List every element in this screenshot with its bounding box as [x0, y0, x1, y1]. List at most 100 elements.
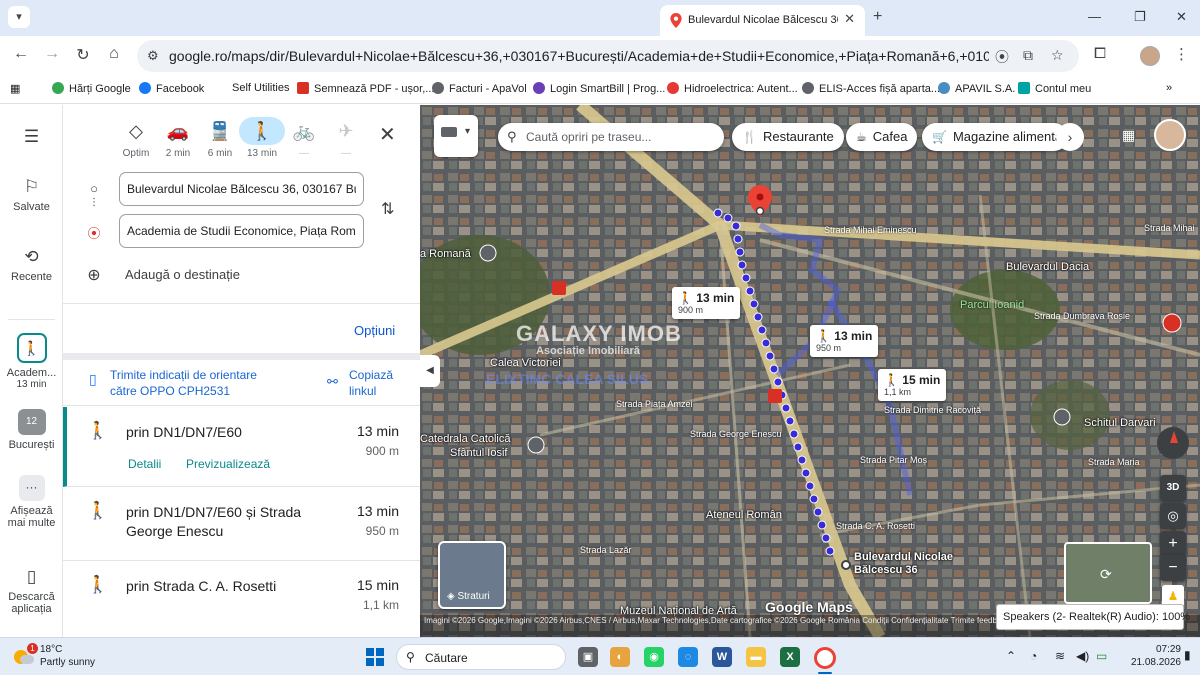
- place-label-schitul-darvari[interactable]: Schitul Darvari: [1084, 417, 1156, 429]
- map-canvas[interactable]: a Romană Catedrala Catolică Sfântul Iosi…: [420, 105, 1200, 637]
- file-explorer-icon[interactable]: ▬: [746, 647, 766, 667]
- swap-icon[interactable]: ⇅: [381, 199, 394, 219]
- bookmark-star-icon[interactable]: ☆: [1051, 47, 1064, 64]
- clock-date[interactable]: 21.08.2026: [1113, 657, 1181, 668]
- close-window-icon[interactable]: ✕: [1176, 9, 1187, 25]
- mode-walk[interactable]: 🚶 13 min: [239, 117, 285, 159]
- minimize-icon[interactable]: —: [1088, 9, 1101, 24]
- copy-link-button[interactable]: Copiază linkul: [349, 367, 409, 399]
- address-bar[interactable]: ⚙ google.ro/maps/dir/Bulevardul+Nicolae+…: [137, 40, 1079, 72]
- bookmark-hidroelectrica[interactable]: Hidroelectrica: Autent...: [667, 82, 798, 95]
- destination-input[interactable]: [119, 214, 364, 248]
- options-link[interactable]: Opțiuni: [354, 323, 395, 338]
- taskbar-search[interactable]: ⚲ Căutare: [396, 644, 566, 670]
- download-app-button[interactable]: ▯ Descarcă aplicația: [0, 567, 63, 615]
- battery-icon[interactable]: ▭: [1096, 649, 1107, 663]
- add-destination-link[interactable]: Adaugă o destinație: [125, 267, 240, 282]
- route-callout[interactable]: 🚶 13 min 900 m: [672, 287, 741, 319]
- edge-icon[interactable]: ◌: [678, 647, 698, 667]
- home-icon[interactable]: ⌂: [103, 45, 125, 63]
- active-destination-button[interactable]: 🚶 Academ... 13 min: [0, 333, 63, 390]
- send-to-device-link[interactable]: Trimite indicații de orientare către OPP…: [110, 367, 310, 399]
- place-label-parc-ioanid[interactable]: Parcul Ioanid: [960, 299, 1024, 311]
- install-app-icon[interactable]: ⧉: [1023, 47, 1033, 64]
- mode-bike[interactable]: 🚲 —: [281, 117, 327, 159]
- google-apps-icon[interactable]: ▦: [1122, 127, 1135, 144]
- compass-icon[interactable]: [1157, 427, 1189, 459]
- chip-coffee[interactable]: ☕ Cafea: [846, 123, 918, 151]
- place-label-catedrala[interactable]: Catedrala Catolică: [420, 433, 511, 445]
- chip-restaurants[interactable]: 🍴 Restaurante: [732, 123, 844, 151]
- chips-scroll-right-icon[interactable]: ›: [1056, 123, 1084, 151]
- bookmark-semneaza-pdf[interactable]: Semnează PDF - ușor,...: [297, 82, 434, 95]
- reload-icon[interactable]: ↻: [72, 45, 94, 65]
- collapse-panel-icon[interactable]: ◀: [420, 355, 440, 387]
- tab-close-icon[interactable]: ✕: [844, 11, 855, 27]
- wifi-icon[interactable]: ≋: [1055, 649, 1065, 663]
- my-location-icon[interactable]: ◎: [1160, 503, 1186, 529]
- bookmark-self-utilities[interactable]: Self Utilities: [232, 82, 289, 94]
- bookmark-smartbill[interactable]: Login SmartBill | Prog...: [533, 82, 665, 95]
- bookmarks-overflow-icon[interactable]: »: [1166, 82, 1172, 94]
- route-option[interactable]: 🚶 prin Strada C. A. Rosetti 15 min 1,1 k…: [63, 561, 420, 637]
- show-more-button[interactable]: ··· Afișează mai multe: [0, 475, 63, 529]
- bookmark-elis[interactable]: ELIS-Acces fișă aparta...: [802, 82, 940, 95]
- bookmark-apavil[interactable]: APAVIL S.A.: [938, 82, 1015, 95]
- whatsapp-icon[interactable]: ◉: [644, 647, 664, 667]
- profile-avatar[interactable]: [1140, 46, 1160, 66]
- bookmark-contul-meu[interactable]: Contul meu: [1018, 82, 1091, 95]
- forward-icon[interactable]: →: [41, 45, 63, 63]
- keyboard-toggle[interactable]: ▾: [434, 115, 478, 157]
- tray-app-icon[interactable]: ◔: [1030, 649, 1037, 663]
- back-icon[interactable]: ←: [10, 45, 32, 63]
- tab-search-menu-icon[interactable]: ▾: [8, 6, 30, 28]
- origin-input[interactable]: [119, 172, 364, 206]
- menu-button[interactable]: ☰: [0, 127, 63, 151]
- route-callout[interactable]: 🚶 15 min 1,1 km: [878, 369, 947, 401]
- bookmark-harti-google[interactable]: Hărți Google: [52, 82, 131, 95]
- bookmark-facebook[interactable]: Facebook: [139, 82, 204, 95]
- place-label-romana[interactable]: a Romană: [420, 248, 471, 260]
- route-callout[interactable]: 🚶 13 min 950 m: [810, 325, 879, 357]
- bookmark-facturi-apavol[interactable]: Facturi - ApaVol: [432, 82, 527, 95]
- new-tab-icon[interactable]: +: [873, 8, 882, 26]
- map-search-box[interactable]: ⚲ Caută opriri pe traseu...: [498, 123, 724, 151]
- chrome-icon[interactable]: [814, 647, 836, 669]
- windows-start-icon[interactable]: [366, 648, 384, 666]
- apps-grid-icon[interactable]: ▦: [10, 82, 20, 95]
- clock-time[interactable]: 07:29: [1131, 644, 1181, 655]
- recent-button[interactable]: ⟲ Recente: [0, 247, 63, 283]
- layers-button[interactable]: ◈ Straturi: [438, 541, 506, 609]
- extensions-icon[interactable]: ⧠: [1094, 45, 1106, 62]
- widgets-icon[interactable]: ◐: [610, 647, 630, 667]
- mode-flight[interactable]: ✈ —: [323, 117, 369, 159]
- word-icon[interactable]: W: [712, 647, 732, 667]
- preview-link[interactable]: Previzualizează: [186, 457, 270, 471]
- saved-button[interactable]: ⚐ Salvate: [0, 177, 63, 213]
- tray-expand-icon[interactable]: ⌃: [1006, 649, 1016, 663]
- site-info-icon[interactable]: ⚙: [147, 48, 159, 64]
- zoom-in-icon[interactable]: +: [1160, 531, 1186, 557]
- route-option[interactable]: 🚶 prin DN1/DN7/E60 și Strada George Enes…: [63, 487, 420, 561]
- 3d-toggle[interactable]: 3D: [1160, 475, 1186, 501]
- bucuresti-button[interactable]: 12 București: [0, 409, 63, 451]
- mode-car[interactable]: 🚗 2 min: [155, 117, 201, 159]
- active-tab[interactable]: Bulevardul Nicolae Bălcescu 36 că ✕: [660, 5, 865, 36]
- place-label-sfantul-iosif[interactable]: Sfântul Iosif: [450, 447, 507, 459]
- task-view-icon[interactable]: ▣: [578, 647, 598, 667]
- account-avatar[interactable]: [1154, 119, 1186, 151]
- mode-transit[interactable]: 🚆 6 min: [197, 117, 243, 159]
- browser-menu-icon[interactable]: ⋮: [1174, 45, 1189, 63]
- location-icon[interactable]: ⦿: [995, 47, 1009, 67]
- notifications-icon[interactable]: ▮: [1184, 648, 1191, 662]
- place-label-ateneu[interactable]: Ateneul Român: [706, 509, 782, 521]
- close-directions-icon[interactable]: ✕: [379, 122, 396, 147]
- volume-icon[interactable]: ◀): [1076, 649, 1089, 663]
- zoom-out-icon[interactable]: −: [1160, 555, 1186, 581]
- destination-map-label[interactable]: Bulevardul Nicolae Bălcescu 36: [854, 551, 953, 577]
- route-option[interactable]: 🚶 prin DN1/DN7/E60 13 min 900 m Detalii …: [63, 407, 420, 487]
- street-view-thumbnail[interactable]: ⟳: [1064, 542, 1152, 604]
- mode-best[interactable]: ◇ Optim: [113, 117, 159, 159]
- chip-groceries[interactable]: 🛒 Magazine alimenta: [922, 123, 1068, 151]
- details-link[interactable]: Detalii: [128, 457, 161, 471]
